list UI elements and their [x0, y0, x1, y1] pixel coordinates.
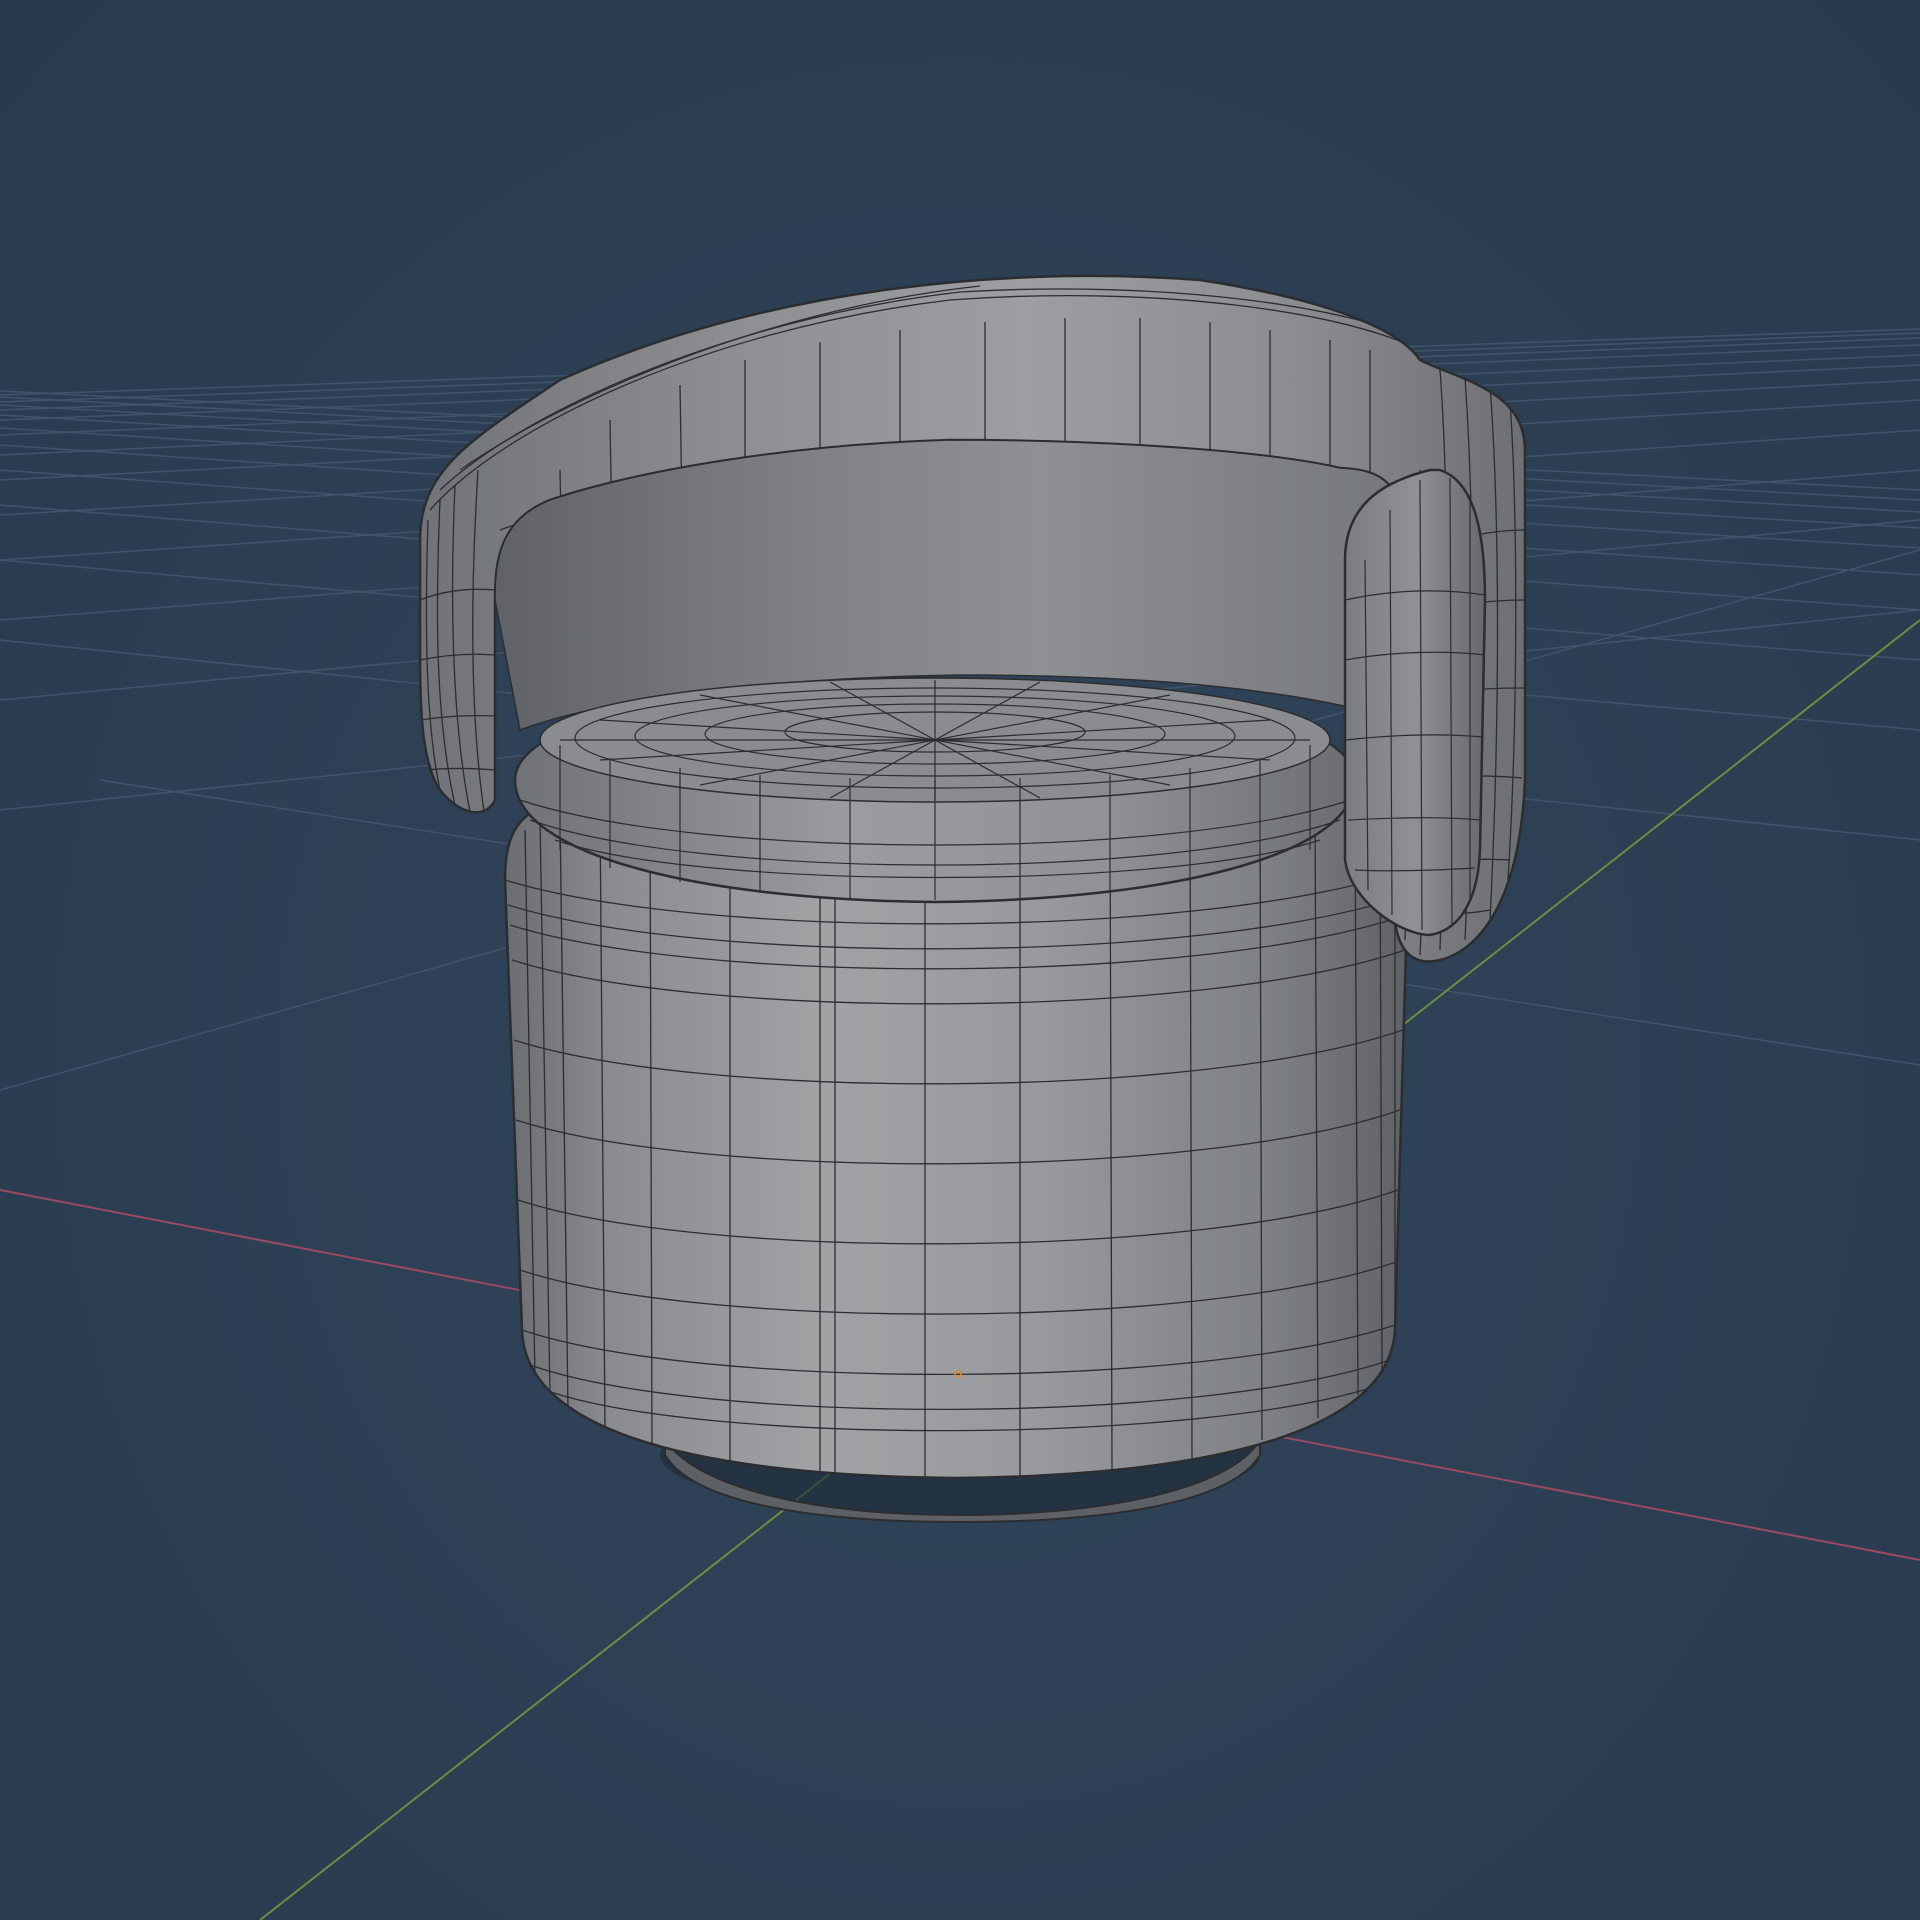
3d-viewport[interactable]	[0, 0, 1920, 1920]
chair-right-arm[interactable]	[1343, 468, 1487, 937]
viewport-canvas[interactable]	[0, 0, 1920, 1920]
chair-seat-cushion[interactable]	[513, 676, 1357, 904]
